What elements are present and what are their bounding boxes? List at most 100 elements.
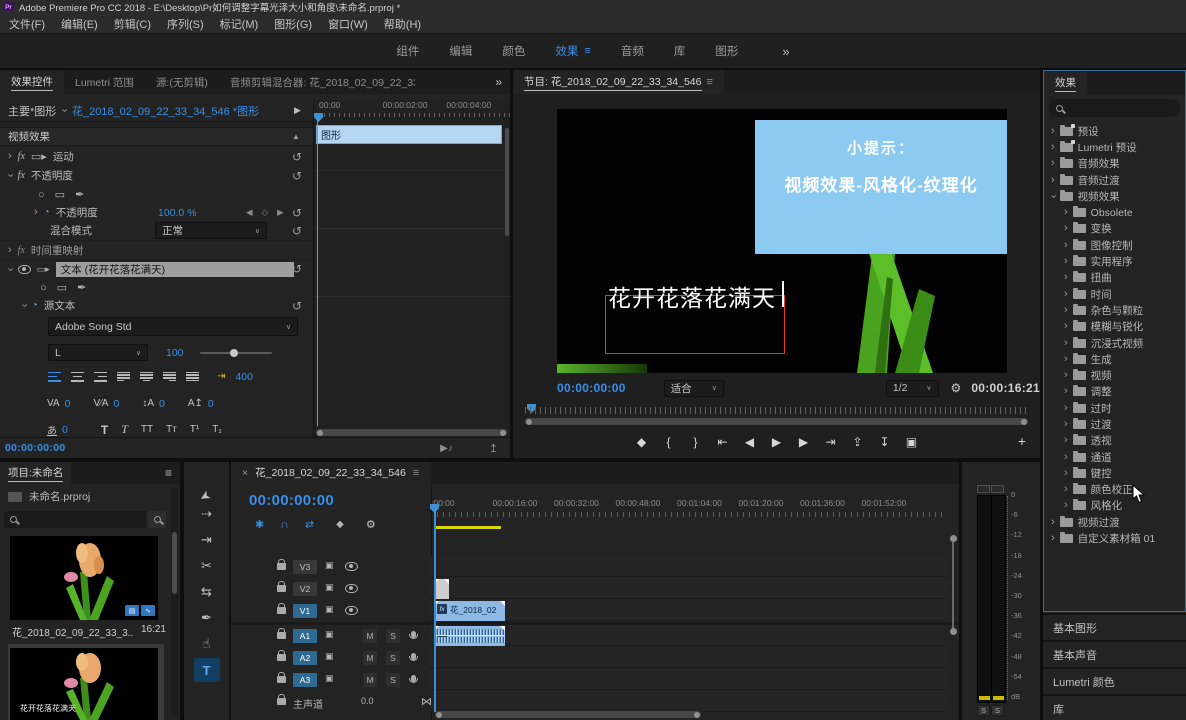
faux-bold-icon[interactable]: T xyxy=(101,423,108,437)
sync-lock-icon[interactable]: ▣ xyxy=(325,651,334,662)
mini-ruler[interactable]: 00:0000:00:02:0000:00:04:00 xyxy=(314,100,510,113)
panel-tab[interactable]: Lumetri 范围 xyxy=(64,70,145,94)
superscript-icon[interactable]: T¹ xyxy=(190,424,199,435)
rect-mask-icon[interactable]: ▭ xyxy=(55,188,65,201)
justify-all-icon[interactable] xyxy=(186,372,199,382)
razor-tool[interactable]: ✂ xyxy=(194,554,220,578)
effects-bin[interactable]: ›风格化 xyxy=(1044,498,1185,514)
ellipse-mask-icon[interactable]: ○ xyxy=(38,189,45,201)
chevron-right-icon[interactable]: › xyxy=(1064,386,1068,397)
chevron-right-icon[interactable]: › xyxy=(8,245,12,256)
mute-button[interactable]: M xyxy=(363,629,377,643)
lock-icon[interactable] xyxy=(277,654,286,661)
opacity-effect-row[interactable]: › fx 不透明度 ↺ xyxy=(0,166,313,185)
timeline-playhead[interactable] xyxy=(434,512,436,712)
type-tool[interactable]: T xyxy=(194,658,220,682)
collapse-section-icon[interactable]: ▲ xyxy=(292,132,300,141)
effects-bin[interactable]: ›调整 xyxy=(1044,384,1185,400)
step-forward-button[interactable]: ▶ xyxy=(798,435,810,449)
effects-bin[interactable]: ›扭曲 xyxy=(1044,270,1185,286)
chevron-right-icon[interactable]: › xyxy=(1064,321,1068,332)
button-editor-button[interactable]: + xyxy=(1018,433,1026,449)
mini-playhead-caret[interactable] xyxy=(314,113,323,122)
pen-mask-icon[interactable]: ✒ xyxy=(75,188,84,201)
effects-bin[interactable]: ›过时 xyxy=(1044,400,1185,416)
chevron-right-icon[interactable]: › xyxy=(1047,194,1058,198)
effects-bin[interactable]: ›过渡 xyxy=(1044,416,1185,432)
chevron-right-icon[interactable]: › xyxy=(1064,468,1068,479)
collapsed-panel-header[interactable]: 基本声音 xyxy=(1043,640,1186,667)
effect-controls-timecode[interactable]: 00:00:00:00 xyxy=(5,442,66,454)
sync-lock-icon[interactable]: ▣ xyxy=(325,560,334,571)
workspace-tab[interactable]: 编辑≡ xyxy=(449,43,472,59)
program-scrub-bar[interactable] xyxy=(525,404,1028,415)
panel-tab[interactable]: 音频剪辑混合器: 花_2018_02_09_22_33_34_5 xyxy=(219,70,426,94)
video-clip-v1[interactable]: fx 花_2018_02 xyxy=(434,601,505,621)
workspace-tab[interactable]: 组件≡ xyxy=(396,43,419,59)
effects-bin[interactable]: ›音频效果 xyxy=(1044,156,1185,172)
audio-usage-badge-icon[interactable]: ∿ xyxy=(141,605,155,616)
track-a1-label[interactable]: A1 xyxy=(293,629,317,643)
audio-meter-left[interactable] xyxy=(977,495,992,703)
panel-tab[interactable]: 效果控件 xyxy=(0,70,64,94)
opacity-value[interactable]: 100.0 % xyxy=(158,207,197,219)
timeline-settings-wrench-icon[interactable]: ⚙ xyxy=(366,518,376,531)
effects-tab[interactable]: 效果 xyxy=(1044,71,1087,95)
step-back-button[interactable]: ◀ xyxy=(744,435,756,449)
chevron-down-icon[interactable]: › xyxy=(4,174,15,178)
effects-bin[interactable]: ›通道 xyxy=(1044,449,1185,465)
menu-item[interactable]: 编辑(E) xyxy=(61,16,98,32)
video-effects-section[interactable]: 视频效果 ▲ xyxy=(0,127,313,146)
timeline-timecode[interactable]: 00:00:00:00 xyxy=(249,492,334,509)
effects-bin[interactable]: ›模糊与锐化 xyxy=(1044,319,1185,335)
chevron-down-icon[interactable]: › xyxy=(4,267,15,271)
add-keyframe-icon[interactable]: ◇ xyxy=(262,207,269,218)
track-v3-label[interactable]: V3 xyxy=(293,560,317,574)
tsume-value[interactable]: 0 xyxy=(62,424,68,436)
effects-bin[interactable]: ›Obsolete xyxy=(1044,204,1185,220)
lock-icon[interactable] xyxy=(277,585,286,592)
track-v1-lane[interactable] xyxy=(431,600,945,621)
chevron-right-icon[interactable]: › xyxy=(1064,354,1068,365)
mic-icon[interactable] xyxy=(411,653,416,660)
font-family-select[interactable]: Adobe Song Std ∨ xyxy=(48,317,298,336)
workspace-tab[interactable]: 音频≡ xyxy=(621,43,644,59)
play-only-icon[interactable]: ▶ xyxy=(294,105,301,116)
project-item-thumbnail[interactable]: ▤ ∿ xyxy=(10,536,158,620)
chevron-right-icon[interactable]: › xyxy=(1064,338,1068,349)
track-select-forward-tool[interactable]: ⇢ xyxy=(194,502,220,526)
reset-icon[interactable]: ↺ xyxy=(292,262,302,276)
blend-mode-select[interactable]: 正常 ∨ xyxy=(155,222,267,239)
add-marker-button[interactable]: ◆ xyxy=(636,435,648,449)
chevron-down-icon[interactable]: › xyxy=(18,304,29,308)
panel-menu-icon[interactable]: ≡ xyxy=(413,467,419,479)
solo-button[interactable]: S xyxy=(386,651,400,665)
eye-icon[interactable] xyxy=(345,562,358,571)
reset-icon[interactable]: ↺ xyxy=(292,169,302,183)
menu-item[interactable]: 帮助(H) xyxy=(384,16,421,32)
text-layer-row[interactable]: › ▭▸ 文本 (花开花落花满天) ↺ xyxy=(0,259,313,278)
baseline-value[interactable]: 0 xyxy=(208,398,214,410)
solo-button[interactable]: S xyxy=(386,673,400,687)
snap-icon[interactable]: ∩ xyxy=(280,517,289,531)
font-size-value[interactable]: 100 xyxy=(166,347,184,359)
sync-lock-icon[interactable]: ▣ xyxy=(325,604,334,615)
previous-keyframe-icon[interactable]: ◀ xyxy=(246,207,253,218)
track-v2-lane[interactable] xyxy=(431,578,945,599)
chevron-right-icon[interactable]: › xyxy=(1064,419,1068,430)
scrollbar-handle[interactable] xyxy=(950,535,957,542)
rect-mask-icon[interactable]: ▭ xyxy=(57,281,67,294)
effects-bin[interactable]: ›自定义素材箱 01 xyxy=(1044,530,1185,546)
solo-right-button[interactable]: S xyxy=(991,705,1004,716)
eye-icon[interactable] xyxy=(345,584,358,593)
resolution-select[interactable]: 1/2 ∨ xyxy=(886,380,939,397)
effects-bin[interactable]: ›颜色校正 xyxy=(1044,482,1185,498)
track-v1-label[interactable]: V1 xyxy=(293,604,317,618)
tab-overflow-button[interactable]: » xyxy=(487,70,510,94)
extract-button[interactable]: ↧ xyxy=(879,435,891,449)
export-icon[interactable]: ↥ xyxy=(489,442,498,455)
menu-item[interactable]: 文件(F) xyxy=(9,16,45,32)
master-gain-value[interactable]: 0.0 xyxy=(361,696,374,706)
text-layer-name[interactable]: 文本 (花开花落花满天) xyxy=(56,262,294,277)
effects-bin[interactable]: ›杂色与颗粒 xyxy=(1044,302,1185,318)
